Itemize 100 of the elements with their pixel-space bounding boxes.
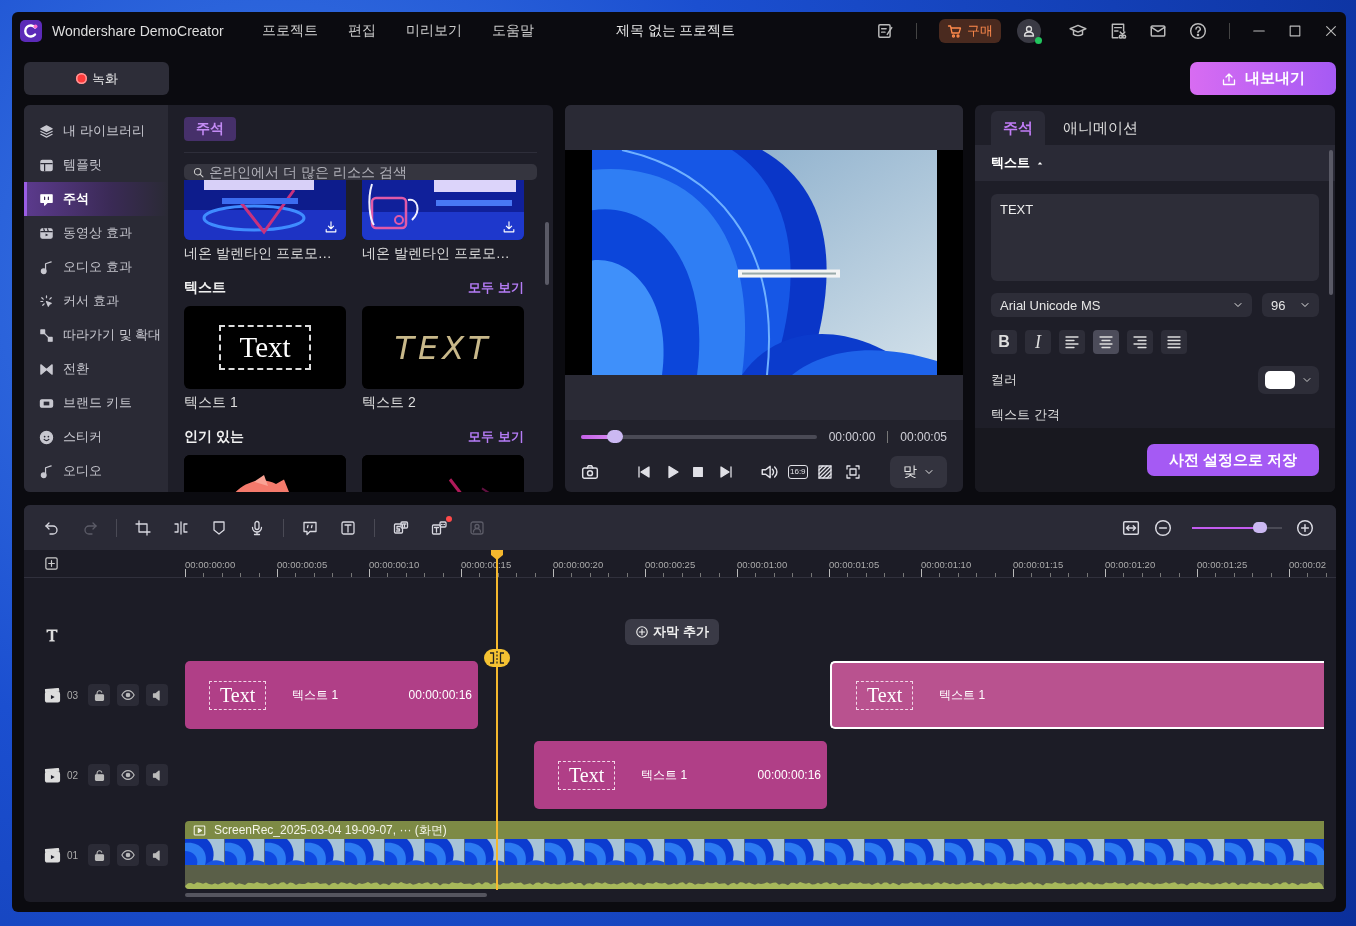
music-note-icon: [39, 259, 54, 275]
progress-thumb[interactable]: [607, 430, 624, 443]
scrollbar[interactable]: [185, 893, 487, 897]
menu-item[interactable]: 편집: [347, 22, 376, 40]
video-clip[interactable]: ScreenRec_2025-03-04 19-09-07, ··· (화면): [185, 821, 1324, 889]
text-style-card[interactable]: TEXT: [362, 306, 524, 389]
hatched-square-icon[interactable]: [816, 464, 833, 480]
sidebar-item[interactable]: 커서 효과: [24, 284, 168, 318]
text-clip[interactable]: Text 텍스트 1 00:00:00:16: [185, 661, 478, 729]
buy-button[interactable]: 구매: [939, 19, 1001, 43]
search-icon: [192, 165, 205, 179]
sidebar-item[interactable]: 동영상 효과: [24, 216, 168, 250]
help-icon[interactable]: [1189, 22, 1207, 40]
add-subtitle-button[interactable]: 자막 추가: [625, 619, 719, 645]
camera-icon[interactable]: [581, 463, 599, 481]
align-center-button[interactable]: [1093, 330, 1119, 354]
text-style-card[interactable]: Text: [184, 306, 346, 389]
search-field[interactable]: 온라인에서 더 많은 리소스 검색: [184, 164, 537, 180]
zoom-thumb[interactable]: [1252, 522, 1267, 533]
align-center-icon: [1098, 334, 1114, 350]
align-right-icon: [1132, 334, 1148, 350]
caption-icon[interactable]: [393, 519, 409, 536]
text-field[interactable]: TEXT: [991, 194, 1319, 281]
mute-button[interactable]: [146, 844, 168, 866]
sidebar-item[interactable]: 브랜드 키트: [24, 386, 168, 420]
sidebar-label: 오디오 효과: [63, 258, 132, 276]
fullscreen-icon[interactable]: [844, 464, 861, 480]
mute-button[interactable]: [146, 764, 168, 786]
crop-icon[interactable]: [135, 519, 151, 536]
speech-bubble-icon[interactable]: [302, 519, 318, 536]
marker-icon[interactable]: [211, 519, 227, 536]
sidebar-item[interactable]: 따라가기 및 확대: [24, 318, 168, 352]
play-icon[interactable]: [665, 464, 681, 480]
sidebar-label: 오디오: [63, 462, 102, 480]
align-left-button[interactable]: [1059, 330, 1085, 354]
menu-item[interactable]: 도움말: [491, 22, 534, 40]
scrollbar[interactable]: [545, 222, 549, 285]
panel-tab[interactable]: 애니메이션: [1051, 111, 1150, 145]
receipt-icon[interactable]: [1109, 22, 1127, 40]
text-track-icon: [44, 627, 60, 643]
unlock-icon: [92, 768, 106, 782]
size-dropdown[interactable]: 96: [1262, 293, 1319, 317]
lock-button[interactable]: [88, 844, 110, 866]
sidebar-item[interactable]: 오디오: [24, 454, 168, 488]
notes-icon[interactable]: [876, 22, 894, 40]
sidebar-item[interactable]: 오디오 효과: [24, 250, 168, 284]
add-track-icon[interactable]: [44, 556, 59, 571]
sidebar-item[interactable]: 내 라이브러리: [24, 114, 168, 148]
scrollbar[interactable]: [1329, 150, 1333, 295]
visibility-button[interactable]: [117, 844, 139, 866]
fit-width-icon[interactable]: [1122, 518, 1140, 537]
visibility-button[interactable]: [117, 684, 139, 706]
account-avatar[interactable]: [1017, 19, 1041, 43]
menu-item[interactable]: 프로젝트: [261, 22, 318, 40]
user-icon: [1021, 23, 1037, 39]
sidebar-item[interactable]: 스티커: [24, 420, 168, 454]
previous-frame-icon[interactable]: [636, 464, 652, 480]
close-icon[interactable]: [1324, 24, 1338, 38]
see-all-link[interactable]: 모두 보기: [468, 279, 524, 297]
zoom-out-icon[interactable]: [1154, 518, 1172, 537]
menu-item[interactable]: 미리보기: [405, 22, 462, 40]
fit-dropdown[interactable]: 맞: [890, 456, 947, 488]
volume-icon[interactable]: [760, 463, 778, 481]
bold-button[interactable]: B: [991, 330, 1017, 354]
text-clip[interactable]: Text 텍스트 1 00:00:00:16: [534, 741, 827, 809]
save-preset-button[interactable]: 사전 설정으로 저장: [1147, 444, 1319, 476]
zoom-slider[interactable]: [1192, 522, 1282, 533]
sidebar-item[interactable]: 템플릿: [24, 148, 168, 182]
stop-icon[interactable]: [691, 465, 705, 479]
visibility-button[interactable]: [117, 764, 139, 786]
align-right-button[interactable]: [1127, 330, 1153, 354]
progress-slider[interactable]: [581, 430, 817, 444]
color-picker[interactable]: [1258, 366, 1319, 394]
next-frame-icon[interactable]: [718, 464, 734, 480]
justify-button[interactable]: [1161, 330, 1187, 354]
italic-button[interactable]: I: [1025, 330, 1051, 354]
clip-label: ScreenRec_2025-03-04 19-09-07, ··· (화면): [214, 821, 447, 839]
microphone-icon[interactable]: [249, 519, 265, 536]
sidebar-label: 커서 효과: [63, 292, 119, 310]
layers-icon: [39, 123, 54, 139]
lock-button[interactable]: [88, 764, 110, 786]
download-icon[interactable]: [324, 220, 338, 234]
record-button[interactable]: 녹화: [24, 62, 169, 95]
lock-button[interactable]: [88, 684, 110, 706]
text-box-icon[interactable]: [340, 519, 356, 536]
ruler-label: 00:00:01:20: [1105, 559, 1156, 570]
see-all-link[interactable]: 모두 보기: [468, 428, 524, 446]
maximize-icon[interactable]: [1288, 24, 1302, 38]
mail-icon[interactable]: [1149, 22, 1167, 40]
zoom-in-icon[interactable]: [1296, 518, 1314, 537]
split-icon[interactable]: [173, 519, 189, 536]
panel-tab[interactable]: 주석: [991, 111, 1045, 145]
mute-button[interactable]: [146, 684, 168, 706]
font-dropdown[interactable]: Arial Unicode MS: [991, 293, 1252, 317]
text-clip[interactable]: Text 텍스트 1: [830, 661, 1324, 729]
download-icon[interactable]: [502, 220, 516, 234]
sidebar-item[interactable]: 전환: [24, 352, 168, 386]
subtitle-icon[interactable]: [431, 519, 447, 536]
aspect-ratio-button[interactable]: 16:9: [788, 465, 808, 479]
section-header[interactable]: 텍스트: [975, 145, 1335, 181]
